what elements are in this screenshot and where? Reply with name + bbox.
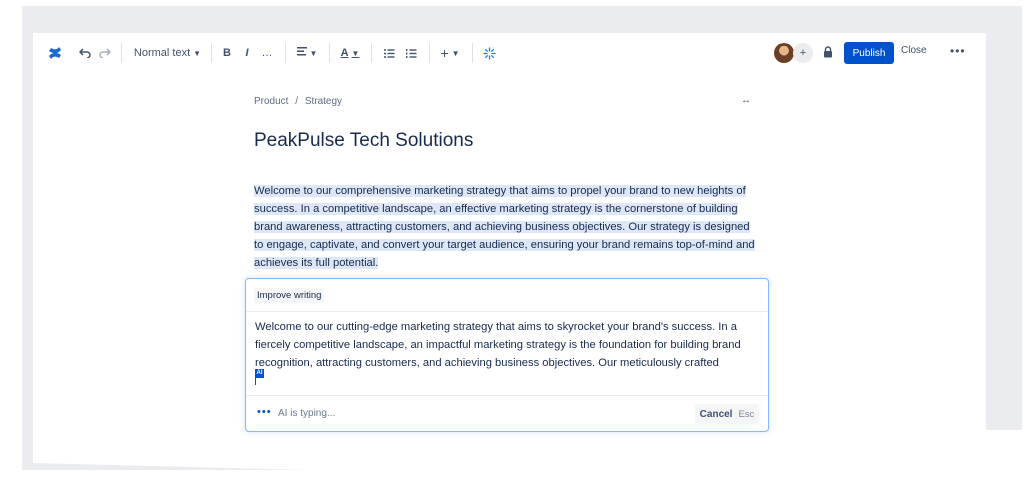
bold-button[interactable]: B [220,43,234,63]
paragraph-line: brand awareness, attracting customers, a… [254,221,750,233]
plus-icon: + [440,45,449,61]
toolbar-divider [472,43,473,63]
paragraph-line: to engage, captivate, and convert your t… [254,239,755,251]
breadcrumb-item-product[interactable]: Product [254,96,288,107]
align-icon [296,47,307,59]
toolbar-divider [429,43,430,63]
paragraph-line: success. In a competitive landscape, an … [254,203,738,215]
insert-dropdown[interactable]: + ▼ [438,43,462,63]
invite-button[interactable]: + [793,43,813,63]
close-button[interactable]: Close [901,45,927,56]
toolbar-divider [371,43,372,63]
text-style-label: Normal text [133,47,191,59]
cancel-button[interactable]: Cancel Esc [695,404,759,424]
esc-shortcut-label: Esc [738,408,755,420]
ai-status-text: AI is typing... [278,408,336,419]
editor-window: Normal text ▼ B I … ▼ A ▼ + ▼ + Publish … [33,33,986,463]
toolbar-divider [211,43,212,63]
text-style-dropdown[interactable]: Normal text ▼ [130,43,205,63]
undo-icon[interactable] [77,43,93,63]
breadcrumb-separator: / [295,96,299,107]
lock-icon[interactable] [823,45,833,63]
ai-sparkle-icon[interactable] [481,43,497,63]
ai-text-line: fiercely competitive landscape, an impac… [255,339,741,351]
toolbar-divider [285,43,286,63]
confluence-logo-icon[interactable] [46,43,64,63]
chevron-down-icon: ▼ [351,48,360,58]
expand-width-icon[interactable]: ↔ [741,95,751,106]
paragraph-line: achieves its full potential. [254,257,379,269]
breadcrumb-item-strategy[interactable]: Strategy [305,96,342,107]
editor-toolbar: Normal text ▼ B I … ▼ A ▼ + ▼ + Publish … [33,33,986,73]
selected-paragraph[interactable]: Welcome to our comprehensive marketing s… [254,182,766,272]
chevron-down-icon: ▼ [193,48,202,58]
breadcrumb: Product / Strategy [254,96,342,107]
more-formatting-button[interactable]: … [260,43,274,63]
toolbar-divider [329,43,330,63]
chevron-down-icon: ▼ [451,48,460,58]
ai-text-caret [255,378,256,385]
redo-icon[interactable] [97,43,113,63]
paragraph-line: Welcome to our comprehensive marketing s… [254,185,746,197]
align-dropdown[interactable]: ▼ [295,43,319,63]
toolbar-divider [121,43,122,63]
ai-generated-text: Welcome to our cutting-edge marketing st… [255,318,760,372]
ai-text-line: Welcome to our cutting-edge marketing st… [255,321,737,333]
numbered-list-icon[interactable] [403,43,419,63]
improve-writing-chip[interactable]: Improve writing [254,288,325,303]
ai-suggestion-panel: Improve writing Welcome to our cutting-e… [245,278,769,432]
publish-button[interactable]: Publish [844,42,894,64]
typing-dots-icon: ••• [257,406,272,418]
avatar[interactable] [774,43,794,63]
ai-panel-footer: ••• AI is typing... Cancel Esc [246,395,768,432]
text-color-dropdown[interactable]: A ▼ [338,43,362,63]
chevron-down-icon: ▼ [309,48,318,58]
italic-button[interactable]: I [240,43,254,63]
ai-cursor-badge: AI [255,369,264,378]
more-actions-button[interactable]: ••• [950,44,966,58]
ai-panel-header: Improve writing [246,279,768,312]
cancel-label: Cancel [699,408,733,420]
ai-text-line: recognition, attracting customers, and a… [255,357,719,369]
page-title[interactable]: PeakPulse Tech Solutions [254,130,473,152]
bullet-list-icon[interactable] [381,43,397,63]
text-color-icon: A [340,47,349,59]
